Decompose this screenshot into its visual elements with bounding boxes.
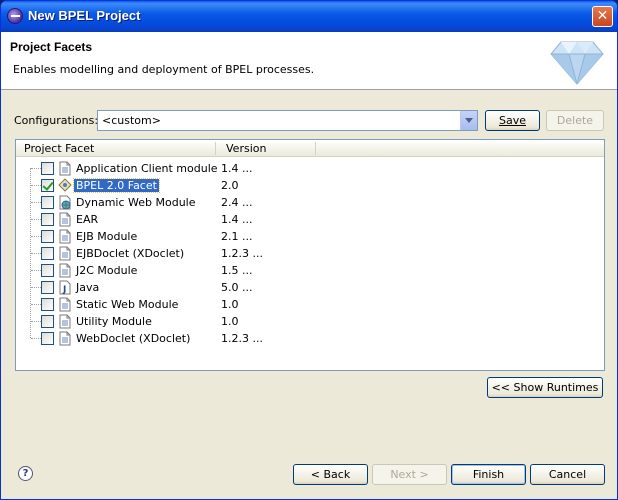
facet-version[interactable]: 1.0 [221, 315, 239, 328]
table-row[interactable]: EJB Module 2.1 ... [16, 228, 604, 245]
tree-branch-line [31, 321, 41, 322]
facet-checkbox[interactable] [41, 247, 54, 260]
table-row[interactable]: Utility Module 1.0 [16, 313, 604, 330]
tree-branch-line [31, 338, 41, 339]
facet-name: BPEL 2.0 Facet [73, 178, 160, 193]
tree-branch-line [31, 168, 41, 169]
facet-name: Static Web Module [76, 298, 179, 311]
facet-version[interactable]: 2.4 ... [221, 196, 252, 209]
tree-branch-line [31, 253, 41, 254]
configurations-select[interactable]: <custom> [97, 110, 478, 131]
facet-version[interactable]: 1.0 [221, 298, 239, 311]
svg-text:J: J [62, 285, 66, 295]
facet-version[interactable]: 2.1 ... [221, 230, 252, 243]
document-icon [58, 246, 72, 261]
finish-button[interactable]: Finish [451, 464, 526, 485]
column-separator [215, 142, 216, 155]
facet-name: EJB Module [76, 230, 138, 243]
tree-branch-line [31, 236, 41, 237]
facet-checkbox[interactable] [41, 213, 54, 226]
facet-name: WebDoclet (XDoclet) [76, 332, 191, 345]
document-icon [58, 314, 72, 329]
facet-name: Dynamic Web Module [76, 196, 196, 209]
facet-checkbox[interactable] [41, 315, 54, 328]
facet-checkbox[interactable] [41, 196, 54, 209]
facet-name: J2C Module [76, 264, 138, 277]
column-separator [315, 142, 316, 155]
facet-name: EJBDoclet (XDoclet) [76, 247, 185, 260]
table-row[interactable]: EJBDoclet (XDoclet) 1.2.3 ... [16, 245, 604, 262]
facet-checkbox[interactable] [41, 162, 54, 175]
chevron-down-icon[interactable] [460, 111, 477, 130]
bpel-icon [58, 178, 72, 193]
wizard-header: Project Facets Enables modelling and dep… [1, 32, 617, 90]
diamond-icon [550, 41, 604, 85]
document-icon [58, 229, 72, 244]
facet-checkbox[interactable] [41, 179, 54, 192]
tree-branch-line [31, 202, 41, 203]
back-button[interactable]: < Back [293, 464, 368, 485]
page-description: Enables modelling and deployment of BPEL… [13, 63, 315, 76]
document-icon [58, 297, 72, 312]
table-row[interactable]: BPEL 2.0 Facet 2.0 [16, 177, 604, 194]
close-button[interactable]: ✕ [592, 6, 613, 27]
facet-version[interactable]: 5.0 ... [221, 281, 252, 294]
table-row[interactable]: J Java 5.0 ... [16, 279, 604, 296]
save-button[interactable]: Save [485, 110, 540, 131]
facet-version[interactable]: 2.0 [221, 179, 239, 192]
save-button-label: Save [498, 114, 526, 127]
facets-table[interactable]: Project Facet Version Application Client… [15, 139, 605, 371]
facet-name: EAR [76, 213, 99, 226]
tree-branch-line [31, 219, 41, 220]
document-icon [58, 331, 72, 346]
facet-checkbox[interactable] [41, 332, 54, 345]
help-icon[interactable]: ? [18, 466, 33, 481]
show-runtimes-button[interactable]: << Show Runtimes [487, 377, 603, 398]
table-row[interactable]: J2C Module 1.5 ... [16, 262, 604, 279]
window-title: New BPEL Project [28, 8, 141, 23]
tree-branch-line [31, 185, 41, 186]
document-icon [58, 212, 72, 227]
globe-document-icon [58, 195, 72, 210]
configurations-label: Configurations: [14, 114, 99, 127]
tree-branch-line [31, 270, 41, 271]
table-row[interactable]: Static Web Module 1.0 [16, 296, 604, 313]
facet-version[interactable]: 1.4 ... [221, 213, 252, 226]
facet-checkbox[interactable] [41, 281, 54, 294]
table-row[interactable]: WebDoclet (XDoclet) 1.2.3 ... [16, 330, 604, 347]
next-button[interactable]: Next > [372, 464, 447, 485]
facet-name: Java [76, 281, 100, 294]
page-title: Project Facets [10, 40, 93, 54]
delete-button[interactable]: Delete [546, 110, 604, 131]
facet-checkbox[interactable] [41, 264, 54, 277]
facet-checkbox[interactable] [41, 298, 54, 311]
table-row[interactable]: Application Client module 1.4 ... [16, 160, 604, 177]
document-icon [58, 161, 72, 176]
facet-version[interactable]: 1.2.3 ... [221, 332, 263, 345]
title-bar[interactable]: New BPEL Project ✕ [1, 1, 617, 32]
column-version[interactable]: Version [226, 142, 266, 155]
java-icon: J [58, 280, 72, 295]
tree-branch-line [31, 304, 41, 305]
document-icon [58, 263, 72, 278]
facet-version[interactable]: 1.4 ... [221, 162, 252, 175]
tree-branch-line [31, 287, 41, 288]
facet-version[interactable]: 1.5 ... [221, 264, 252, 277]
facet-version[interactable]: 1.2.3 ... [221, 247, 263, 260]
cancel-button[interactable]: Cancel [530, 464, 605, 485]
facet-name: Utility Module [76, 315, 152, 328]
facets-table-header: Project Facet Version [16, 140, 604, 157]
facet-checkbox[interactable] [41, 230, 54, 243]
dialog-window: New BPEL Project ✕ Project Facets Enable… [0, 0, 618, 500]
eclipse-icon [7, 8, 23, 24]
table-row[interactable]: Dynamic Web Module 2.4 ... [16, 194, 604, 211]
table-row[interactable]: EAR 1.4 ... [16, 211, 604, 228]
facet-name: Application Client module [76, 162, 218, 175]
column-project-facet[interactable]: Project Facet [24, 142, 94, 155]
configurations-value: <custom> [102, 114, 161, 127]
